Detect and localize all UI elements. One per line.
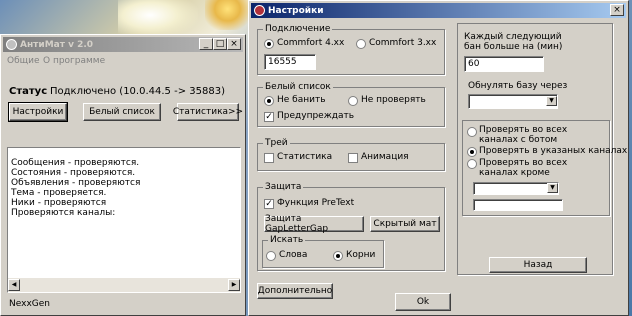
pretext-label[interactable]: Функция PreText — [277, 198, 354, 208]
log-line: Проверяются каналы: — [11, 208, 116, 218]
log-line: Состояния - проверяются. — [11, 168, 136, 178]
words-label[interactable]: Слова — [279, 250, 307, 260]
menu-general[interactable]: Общие — [7, 56, 40, 66]
status-label: Статус — [9, 86, 48, 97]
commfort4-radio[interactable] — [264, 39, 274, 49]
specified-channels-radio[interactable] — [467, 147, 477, 157]
main-window-title: АнтиМат v 2.0 — [20, 39, 94, 50]
stats-label[interactable]: Статистика — [277, 152, 332, 162]
specified-channels-label[interactable]: Проверять в указаных каналах — [479, 146, 627, 156]
chevron-down-icon[interactable]: ▼ — [546, 96, 557, 106]
scroll-right-icon[interactable]: ▶ — [228, 279, 240, 291]
statistics-button[interactable]: Статистика>> — [173, 103, 243, 121]
main-window-titlebar: АнтиМат v 2.0 _ □ × — [3, 37, 243, 52]
tray-group: Трей Статистика Анимация — [257, 138, 445, 171]
whitelist-group: Белый список Не банить Не проверять ✓ Пр… — [257, 82, 445, 127]
dont-ban-radio[interactable] — [264, 96, 274, 106]
gapletter-button[interactable]: Защита GapLetterGap — [264, 214, 364, 234]
settings-button[interactable]: Настройки — [8, 102, 68, 122]
antimat-main-window: АнтиМат v 2.0 _ □ × Общие О программе Ст… — [0, 34, 246, 316]
connection-group: Подключение Commfort 4.xx Commfort 3.xx … — [257, 24, 445, 75]
tray-group-title: Трей — [263, 138, 290, 148]
except-channels-radio[interactable] — [467, 159, 477, 169]
desktop-wallpaper-light — [118, 0, 198, 38]
commfort3-label[interactable]: Commfort 3.xx — [369, 38, 436, 48]
animation-label[interactable]: Анимация — [361, 152, 409, 162]
dont-check-label[interactable]: Не проверять — [361, 95, 426, 105]
log-box[interactable]: Сообщения - проверяются. Состояния - про… — [7, 147, 241, 293]
log-line: Ники - проверяются — [11, 198, 107, 208]
pretext-checkbox[interactable]: ✓ — [264, 199, 274, 209]
hidden-mat-button[interactable]: Скрытый мат — [370, 216, 440, 232]
commfort4-label[interactable]: Commfort 4.xx — [277, 38, 344, 48]
search-group: Искать Слова Корни — [262, 235, 384, 268]
status-value: Подключено (10.0.44.5 -> 35883) — [50, 86, 225, 97]
minimize-icon[interactable]: _ — [199, 38, 213, 50]
log-line: Тема - проверяется. — [11, 188, 107, 198]
protection-group-title: Защита — [263, 182, 304, 192]
dont-check-radio[interactable] — [348, 96, 358, 106]
reset-db-select[interactable] — [468, 94, 558, 109]
dont-ban-label[interactable]: Не банить — [277, 95, 326, 105]
channel-text-input[interactable] — [473, 199, 563, 211]
horizontal-scrollbar[interactable]: ◀ ▶ — [8, 278, 240, 292]
warn-checkbox[interactable]: ✓ — [264, 112, 274, 122]
search-group-title: Искать — [268, 235, 306, 245]
all-channels-radio[interactable] — [467, 127, 477, 137]
all-channels-label[interactable]: Проверять во всех каналах с ботом — [479, 125, 607, 145]
whitelist-button[interactable]: Белый список — [83, 103, 161, 121]
settings-titlebar: Настройки × — [251, 3, 626, 18]
close-icon[interactable]: × — [610, 4, 624, 16]
settings-title: Настройки — [268, 5, 324, 16]
ban-settings-panel: Каждый следующий бан больше на (мин) 60 … — [457, 23, 627, 275]
ok-button[interactable]: Ok — [395, 293, 451, 311]
words-radio[interactable] — [266, 251, 276, 261]
connection-group-title: Подключение — [263, 24, 333, 34]
log-line: Сообщения - проверяются. — [11, 158, 140, 168]
commfort3-radio[interactable] — [356, 39, 366, 49]
ban-increment-input[interactable]: 60 — [464, 56, 544, 72]
except-channels-label[interactable]: Проверять во всех каналах кроме — [479, 158, 607, 178]
advanced-button[interactable]: Дополнительно — [257, 283, 333, 299]
warn-label[interactable]: Предупреждать — [277, 111, 354, 121]
back-button[interactable]: Назад — [489, 257, 587, 273]
reset-db-label: Обнулять базу через — [468, 81, 568, 91]
maximize-icon[interactable]: □ — [213, 38, 227, 50]
settings-window: Настройки × Подключение Commfort 4.xx Co… — [248, 0, 629, 316]
scroll-left-icon[interactable]: ◀ — [8, 279, 20, 291]
antimat-app-icon — [6, 39, 17, 50]
settings-app-icon — [254, 5, 265, 16]
port-input[interactable]: 16555 — [264, 54, 316, 70]
ban-increment-label: Каждый следующий бан больше на (мин) — [464, 32, 563, 52]
stats-checkbox[interactable] — [264, 153, 274, 163]
menu-about[interactable]: О программе — [43, 56, 105, 66]
roots-radio[interactable] — [333, 251, 343, 261]
protection-group: Защита ✓ Функция PreText Защита GapLette… — [257, 182, 445, 271]
desktop-wallpaper-flare — [205, 0, 250, 30]
animation-checkbox[interactable] — [348, 153, 358, 163]
close-icon[interactable]: × — [227, 38, 241, 50]
footer-label: NexxGen — [9, 299, 50, 309]
log-line: Объявления - проверяются — [11, 178, 141, 188]
channels-group: Проверять во всех каналах с ботом Провер… — [462, 120, 627, 216]
chevron-down-icon[interactable]: ▼ — [547, 183, 558, 193]
roots-label[interactable]: Корни — [346, 250, 375, 260]
whitelist-group-title: Белый список — [263, 82, 333, 92]
